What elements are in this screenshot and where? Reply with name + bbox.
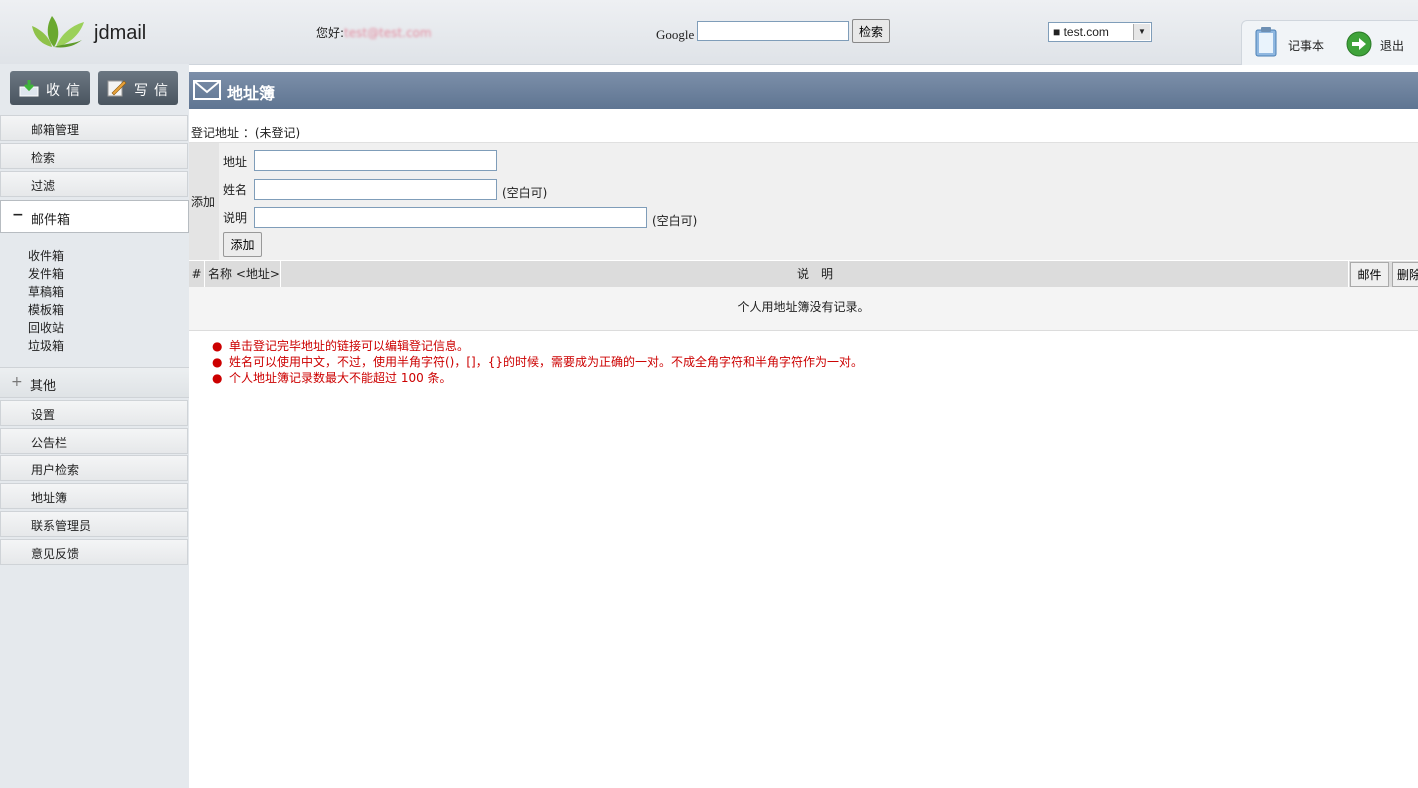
- folder-trash[interactable]: 回收站: [28, 319, 64, 336]
- tools-box: 记事本 退出: [1241, 20, 1418, 65]
- sidebar-section-label: 邮件箱: [31, 213, 71, 228]
- sidebar-item-contact-admin[interactable]: 联系管理员: [0, 511, 188, 537]
- add-contact-button[interactable]: 添加: [223, 232, 262, 257]
- inbox-download-icon: [19, 80, 39, 97]
- help-note: ● 个人地址簿记录数最大不能超过 100 条。: [212, 370, 863, 386]
- envelope-icon: [193, 80, 221, 100]
- logo-text: jdmail: [94, 22, 147, 44]
- logout-label: 退出: [1380, 39, 1405, 53]
- header: jdmail 您好:test@test.com Google 检索 ■ test…: [0, 0, 1418, 65]
- collapse-icon: −: [12, 207, 24, 223]
- help-notes-list: ● 单击登记完毕地址的链接可以编辑登记信息。 ● 姓名可以使用中文，不过，使用半角字…: [212, 338, 863, 386]
- name-optional-note: (空白可): [502, 186, 548, 200]
- sidebar-item-feedback[interactable]: 意见反馈: [0, 539, 188, 565]
- page-title-bar: 地址簿: [189, 72, 1418, 109]
- logout-arrow-icon: [1346, 31, 1372, 57]
- sidebar-item-filter[interactable]: 过滤: [0, 171, 188, 197]
- sidebar-item-mailbox-management[interactable]: 邮箱管理: [0, 115, 188, 141]
- user-email: test@test.com: [344, 26, 432, 40]
- compose-mail-label: 写信: [134, 83, 174, 99]
- add-section-label: 添加: [191, 195, 216, 209]
- page-title: 地址簿: [227, 84, 276, 103]
- logout-button[interactable]: 退出: [1346, 31, 1418, 59]
- sidebar-item-label: 意见反馈: [31, 547, 80, 561]
- folder-spam[interactable]: 垃圾箱: [28, 337, 64, 354]
- google-label: Google: [656, 27, 695, 42]
- sidebar-item-user-search[interactable]: 用户检索: [0, 455, 188, 481]
- description-field-label: 说明: [223, 211, 248, 225]
- column-name-header[interactable]: 名称 <地址>: [205, 261, 281, 288]
- registered-address-label: 登记地址 ：(未登记): [191, 126, 301, 140]
- domain-selected-value: ■ test.com: [1053, 25, 1109, 39]
- help-note: ● 姓名可以使用中文，不过，使用半角字符()，[]，{}的时候，需要成为正确的一对…: [212, 354, 863, 370]
- greeting-label: 您好:: [316, 26, 345, 40]
- help-note-text: 个人地址簿记录数最大不能超过 100 条。: [229, 371, 452, 385]
- sidebar-section-mailboxes[interactable]: − 邮件箱: [0, 200, 189, 233]
- sidebar-item-label: 邮箱管理: [31, 123, 80, 137]
- folder-sent[interactable]: 发件箱: [28, 265, 64, 282]
- google-search-input[interactable]: [697, 21, 849, 41]
- compose-pencil-icon: [107, 80, 127, 97]
- notepad-label: 记事本: [1288, 39, 1325, 53]
- receive-mail-label: 收信: [46, 83, 86, 99]
- chevron-down-icon: ▼: [1133, 24, 1150, 40]
- user-greeting: 您好:test@test.com: [316, 24, 432, 41]
- sidebar-item-settings[interactable]: 设置: [0, 400, 188, 426]
- bullet-icon: ●: [212, 339, 223, 353]
- folder-inbox[interactable]: 收件箱: [28, 247, 64, 264]
- sidebar-item-label: 联系管理员: [31, 519, 92, 533]
- sidebar-item-search[interactable]: 检索: [0, 143, 188, 169]
- bullet-icon: ●: [212, 355, 223, 369]
- folder-drafts[interactable]: 草稿箱: [28, 283, 64, 300]
- description-input[interactable]: [254, 207, 647, 228]
- help-note-text: 单击登记完毕地址的链接可以编辑登记信息。: [229, 339, 470, 353]
- sidebar-item-address-book[interactable]: 地址簿: [0, 483, 188, 509]
- leaf-logo-icon: [32, 16, 84, 48]
- sidebar-section-other[interactable]: + 其他: [0, 367, 189, 398]
- bullet-icon: ●: [212, 371, 223, 385]
- sidebar-item-label: 检索: [31, 151, 56, 165]
- description-optional-note: (空白可): [652, 214, 698, 228]
- help-note-text: 姓名可以使用中文，不过，使用半角字符()，[]，{}的时候，需要成为正确的一对。…: [229, 355, 864, 369]
- add-section-sidebar: 添加: [189, 143, 219, 261]
- receive-mail-button[interactable]: 收信: [10, 71, 90, 105]
- name-field-label: 姓名: [223, 183, 248, 197]
- sidebar-item-label: 公告栏: [31, 436, 68, 450]
- address-table-header: # 名称 <地址> 说 明 邮件 删除: [189, 260, 1418, 288]
- notepad-icon: [1255, 27, 1277, 57]
- name-input[interactable]: [254, 179, 497, 200]
- notepad-button[interactable]: 记事本: [1254, 27, 1334, 59]
- sidebar-item-label: 地址簿: [31, 491, 68, 505]
- sidebar-item-bulletin[interactable]: 公告栏: [0, 428, 188, 454]
- sidebar-item-label: 过滤: [31, 179, 56, 193]
- address-field-label: 地址: [223, 155, 248, 169]
- sidebar: 收信 写信 邮箱管理 检索 过滤 − 邮件箱 收件箱 发件箱 草稿箱 模板箱 回…: [0, 64, 189, 788]
- sidebar-section-label: 其他: [30, 379, 57, 394]
- help-note: ● 单击登记完毕地址的链接可以编辑登记信息。: [212, 338, 863, 354]
- expand-icon: +: [11, 374, 23, 390]
- column-number-header: #: [189, 261, 205, 288]
- empty-table-message: 个人用地址簿没有记录。: [189, 287, 1418, 331]
- compose-mail-button[interactable]: 写信: [98, 71, 178, 105]
- sidebar-item-label: 用户检索: [31, 463, 80, 477]
- google-search-button[interactable]: 检索: [852, 19, 890, 43]
- delete-selected-button[interactable]: 删除: [1392, 262, 1418, 287]
- column-description-header: 说 明: [282, 261, 1349, 288]
- sidebar-item-label: 设置: [31, 408, 56, 422]
- address-input[interactable]: [254, 150, 497, 171]
- folder-templates[interactable]: 模板箱: [28, 301, 64, 318]
- domain-select[interactable]: ■ test.com ▼: [1048, 22, 1152, 42]
- logo[interactable]: jdmail: [32, 14, 152, 50]
- add-contact-form: 添加 地址 姓名 (空白可) 说明 (空白可) 添加: [189, 142, 1418, 261]
- mail-selected-button[interactable]: 邮件: [1350, 262, 1389, 287]
